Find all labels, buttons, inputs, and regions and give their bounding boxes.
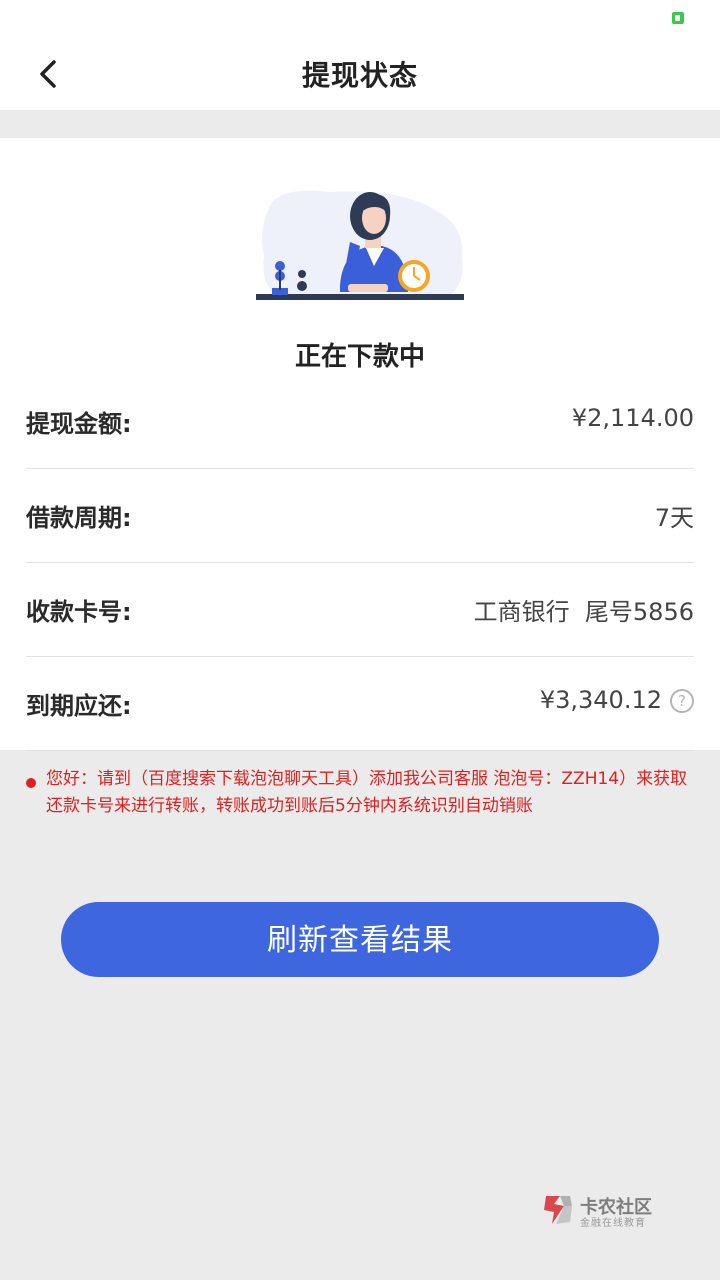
detail-row-card: 收款卡号: 工商银行 尾号5856 (26, 562, 694, 657)
nav-bar: 提现状态 (0, 38, 720, 110)
detail-label: 借款周期: (26, 504, 132, 532)
detail-label: 收款卡号: (26, 598, 132, 626)
detail-value: ¥2,114.00 (571, 404, 694, 432)
detail-label: 提现金额: (26, 410, 132, 438)
detail-value: 工商银行 尾号5856 (473, 598, 694, 626)
watermark-tagline: 金融在线教育 (580, 1218, 646, 1229)
detail-row-amount: 提现金额: ¥2,114.00 (26, 374, 694, 469)
watermark: 卡农社区 金融在线教育 (540, 1190, 670, 1234)
notice-text: 您好：请到（百度搜索下载泡泡聊天工具）添加我公司客服 泡泡号：ZZH14）来获取… (46, 769, 688, 816)
detail-value-wrap: ¥3,340.12? (540, 686, 694, 714)
notice: 您好：请到（百度搜索下载泡泡聊天工具）添加我公司客服 泡泡号：ZZH14）来获取… (26, 766, 696, 820)
question-circle-icon[interactable]: ? (670, 689, 694, 713)
refresh-button[interactable]: 刷新查看结果 (61, 902, 659, 977)
status-text: 正在下款中 (294, 342, 425, 372)
page-title: 提现状态 (301, 59, 418, 92)
detail-value: ¥3,340.12 (539, 686, 662, 714)
status-card: 正在下款中 提现金额: ¥2,114.00 借款周期: 7天 收款卡号: 工商银… (0, 138, 720, 751)
detail-label: 到期应还: (26, 692, 132, 720)
notice-dot (26, 778, 36, 788)
detail-value: 7天 (654, 504, 694, 532)
loan-processing-illustration (256, 190, 464, 300)
detail-row-due: 到期应还: ¥3,340.12? (26, 656, 694, 751)
detail-row-term: 借款周期: 7天 (26, 468, 694, 563)
status-bar (0, 0, 720, 38)
kanong-logo-icon (544, 1196, 572, 1224)
battery-icon (672, 12, 684, 24)
